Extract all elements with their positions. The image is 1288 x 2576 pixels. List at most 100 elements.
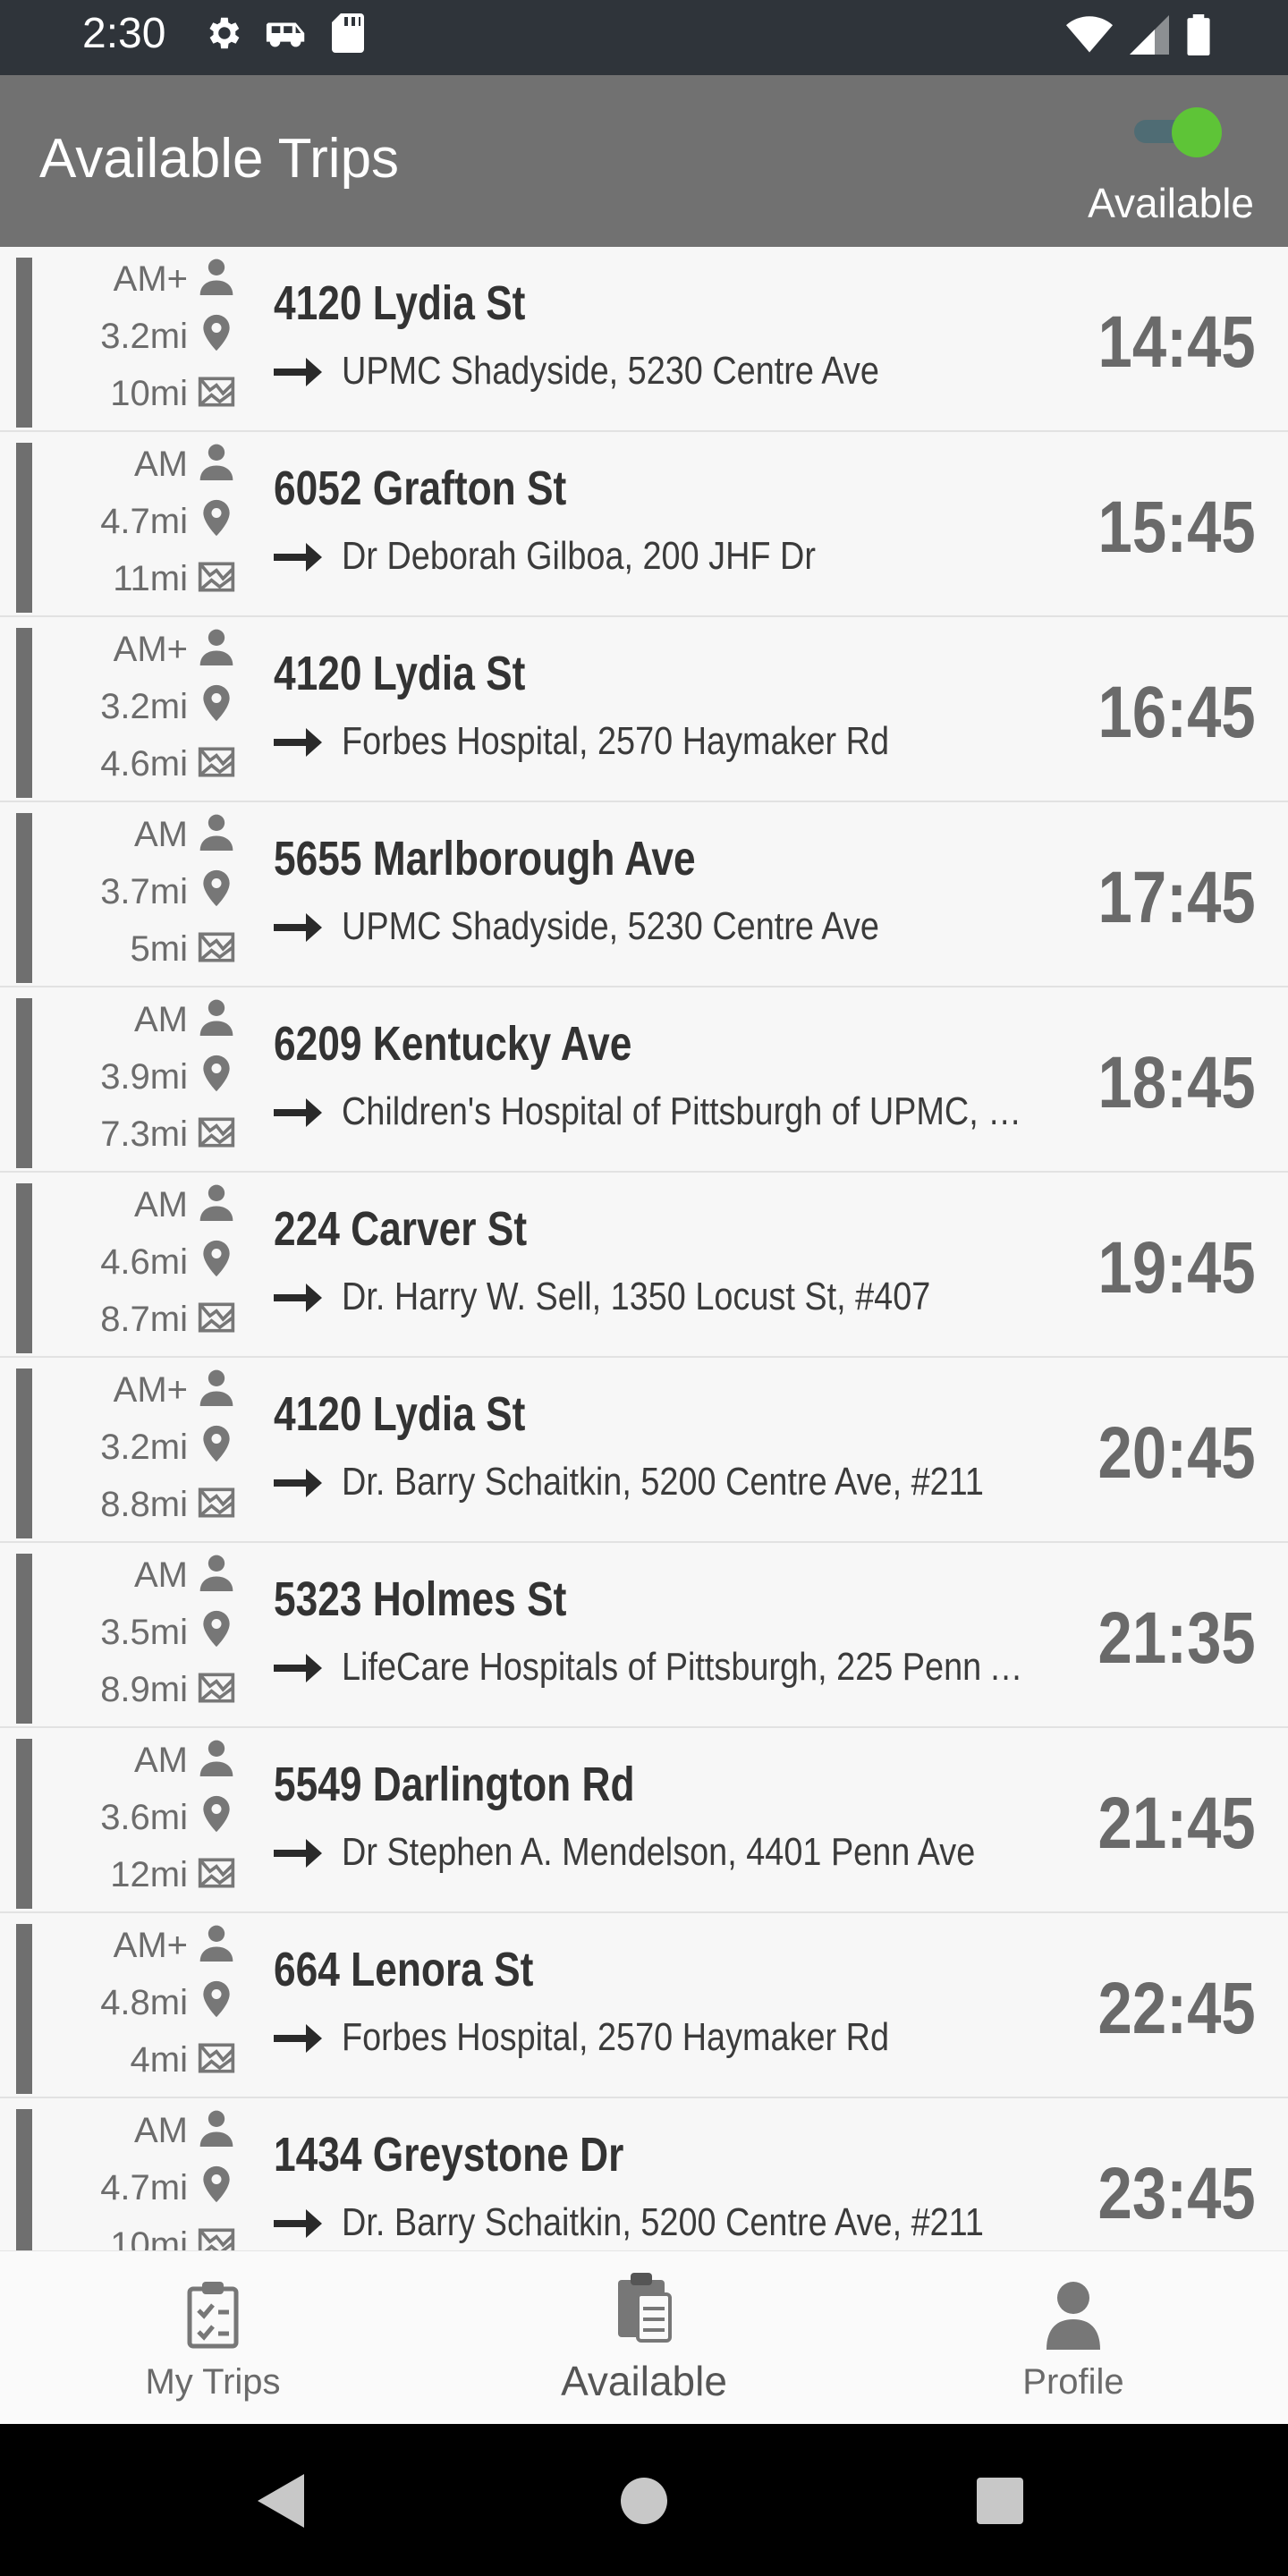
availability-label: Available	[1088, 180, 1254, 226]
trip-status-bar	[16, 1739, 32, 1909]
map-icon	[198, 1858, 235, 1888]
pickup-address: 664 Lenora St	[274, 1943, 534, 1996]
person-icon	[199, 999, 233, 1036]
status-time: 2:30	[82, 10, 166, 57]
toggle-thumb	[1172, 107, 1222, 157]
nav-my-trips[interactable]: My Trips	[106, 2251, 320, 2425]
trip-status-bar	[16, 813, 32, 983]
trip-time: 18:45	[1097, 1042, 1256, 1123]
pickup-distance: 3.9mi	[100, 1057, 188, 1097]
trip-row[interactable]: AM 4.7mi 11mi 6052 Grafton St Dr Deborah…	[0, 432, 1288, 617]
trip-time: 21:45	[1097, 1783, 1256, 1864]
trip-time: 16:45	[1097, 672, 1256, 753]
arrow-right-icon	[274, 2024, 322, 2053]
trip-status-bar	[16, 1183, 32, 1353]
person-icon	[199, 444, 233, 480]
trip-list[interactable]: AM+ 3.2mi 10mi 4120 Lydia St UPMC Shadys…	[0, 247, 1288, 2250]
map-pin-icon	[203, 1240, 230, 1277]
battery-icon	[1187, 14, 1210, 55]
trip-type: AM	[134, 1000, 188, 1039]
map-pin-icon	[203, 1425, 230, 1462]
wifi-icon	[1066, 16, 1113, 53]
trip-row[interactable]: AM 3.6mi 12mi 5549 Darlington Rd Dr Step…	[0, 1728, 1288, 1913]
map-pin-icon	[203, 684, 230, 722]
destination: Dr. Harry W. Sell, 1350 Locust St, #407	[342, 1275, 931, 1318]
map-icon	[198, 932, 235, 962]
pickup-address: 4120 Lydia St	[274, 647, 526, 700]
trip-distance: 8.8mi	[100, 1485, 188, 1524]
trip-distance: 7.3mi	[100, 1114, 188, 1154]
status-bar: 2:30	[0, 0, 1288, 75]
trip-row[interactable]: AM 4.6mi 8.7mi 224 Carver St Dr. Harry W…	[0, 1173, 1288, 1358]
trip-row[interactable]: AM 4.7mi 10mi 1434 Greystone Dr Dr. Barr…	[0, 2098, 1288, 2250]
trip-distance: 8.9mi	[100, 1670, 188, 1709]
back-icon[interactable]	[258, 2474, 308, 2528]
pickup-address: 5549 Darlington Rd	[274, 1758, 635, 1811]
trip-status-bar	[16, 1924, 32, 2094]
trip-time: 14:45	[1097, 301, 1256, 383]
trip-row[interactable]: AM+ 4.8mi 4mi 664 Lenora St Forbes Hospi…	[0, 1913, 1288, 2098]
arrow-right-icon	[274, 1839, 322, 1868]
pickup-distance: 3.2mi	[100, 317, 188, 356]
trip-type: AM	[134, 1555, 188, 1595]
arrow-right-icon	[274, 728, 322, 757]
trip-distance: 11mi	[113, 559, 188, 598]
map-pin-icon	[203, 1610, 230, 1648]
map-icon	[198, 1673, 235, 1703]
nav-profile[interactable]: Profile	[966, 2251, 1181, 2425]
trip-distance: 12mi	[110, 1855, 188, 1894]
trip-row[interactable]: AM 3.9mi 7.3mi 6209 Kentucky Ave Childre…	[0, 987, 1288, 1173]
trip-status-bar	[16, 443, 32, 613]
person-icon	[199, 1184, 233, 1221]
arrow-right-icon	[274, 1284, 322, 1312]
destination: Dr. Barry Schaitkin, 5200 Centre Ave, #2…	[342, 1460, 984, 1504]
map-pin-icon	[203, 314, 230, 352]
map-pin-icon	[203, 1795, 230, 1833]
destination: Dr. Barry Schaitkin, 5200 Centre Ave, #2…	[342, 2200, 984, 2244]
trip-distance: 5mi	[130, 929, 188, 969]
trip-status-bar	[16, 1368, 32, 1538]
page-title: Available Trips	[39, 128, 400, 190]
trip-time: 22:45	[1097, 1968, 1256, 2049]
destination: LifeCare Hospitals of Pittsburgh, 225 Pe…	[342, 1645, 1034, 1689]
trip-row[interactable]: AM 3.7mi 5mi 5655 Marlborough Ave UPMC S…	[0, 802, 1288, 987]
sd-card-icon	[332, 13, 364, 53]
trip-time: 23:45	[1097, 2153, 1256, 2234]
home-icon[interactable]	[621, 2478, 667, 2524]
person-icon	[199, 258, 233, 295]
trip-distance: 4.6mi	[100, 744, 188, 784]
clipboard-check-icon	[187, 2282, 239, 2349]
trip-row[interactable]: AM+ 3.2mi 4.6mi 4120 Lydia St Forbes Hos…	[0, 617, 1288, 802]
availability-toggle[interactable]	[1129, 106, 1222, 157]
map-pin-icon	[203, 1055, 230, 1092]
pickup-distance: 4.6mi	[100, 1242, 188, 1282]
person-icon	[199, 1555, 233, 1591]
trip-type: AM	[134, 815, 188, 854]
destination: Children's Hospital of Pittsburgh of UPM…	[342, 1089, 1034, 1133]
map-pin-icon	[203, 2165, 230, 2203]
trip-status-bar	[16, 628, 32, 798]
nav-available[interactable]: Available	[537, 2251, 751, 2425]
pickup-address: 6052 Grafton St	[274, 462, 567, 515]
trip-row[interactable]: AM 3.5mi 8.9mi 5323 Holmes St LifeCare H…	[0, 1543, 1288, 1728]
pickup-address: 4120 Lydia St	[274, 1387, 526, 1441]
recents-icon[interactable]	[977, 2478, 1023, 2524]
trip-status-bar	[16, 2109, 32, 2250]
trip-row[interactable]: AM+ 3.2mi 10mi 4120 Lydia St UPMC Shadys…	[0, 247, 1288, 432]
trip-type: AM	[134, 2111, 188, 2150]
trip-type: AM+	[113, 1370, 188, 1410]
destination: Dr Deborah Gilboa, 200 JHF Dr	[342, 534, 816, 578]
arrow-right-icon	[274, 1469, 322, 1497]
status-icons-right	[1066, 14, 1211, 55]
arrow-right-icon	[274, 358, 322, 386]
map-icon	[198, 1302, 235, 1333]
trip-row[interactable]: AM+ 3.2mi 8.8mi 4120 Lydia St Dr. Barry …	[0, 1358, 1288, 1543]
map-icon	[198, 377, 235, 407]
clipboard-list-icon	[618, 2273, 672, 2343]
map-pin-icon	[203, 499, 230, 537]
destination: Forbes Hospital, 2570 Haymaker Rd	[342, 719, 890, 763]
trip-status-bar	[16, 1554, 32, 1724]
signal-icon	[1130, 15, 1169, 55]
trip-status-bar	[16, 258, 32, 428]
pickup-distance: 4.8mi	[100, 1983, 188, 2022]
